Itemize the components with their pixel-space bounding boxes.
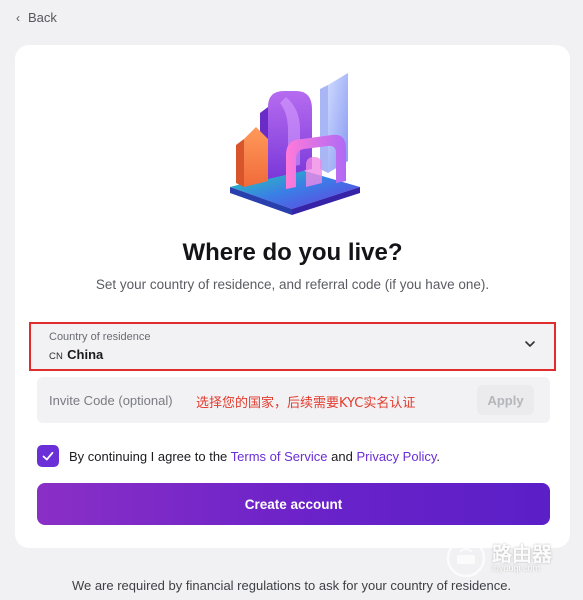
back-label: Back (28, 10, 57, 25)
agree-checkbox[interactable] (37, 445, 59, 467)
agreement-suffix: . (436, 448, 441, 464)
agreement-text: By continuing I agree to the Terms of Se… (69, 449, 440, 464)
signup-card: Where do you live? Set your country of r… (15, 45, 570, 548)
agreement-and: and (331, 448, 353, 464)
back-link[interactable]: ‹ Back (16, 10, 57, 25)
page-title: Where do you live? (182, 239, 403, 266)
country-select[interactable]: Country of residence CN China (29, 322, 556, 371)
page-subtitle: Set your country of residence, and refer… (95, 277, 490, 292)
country-selected-value: CN China (49, 347, 103, 362)
terms-of-service-link[interactable]: Terms of Service (231, 449, 328, 464)
chevron-down-icon (525, 341, 535, 347)
country-select-label: Country of residence (49, 331, 151, 343)
country-code: CN (49, 351, 64, 362)
agreement-row: By continuing I agree to the Terms of Se… (37, 445, 440, 467)
router-logo-icon (446, 538, 486, 578)
check-icon (42, 451, 54, 461)
agreement-prefix: By continuing I agree to the (69, 448, 228, 464)
create-account-button[interactable]: Create account (37, 483, 550, 525)
watermark-text: 路由器 (492, 541, 552, 566)
watermark-url: luyouqi.com (492, 562, 541, 573)
city-illustration (230, 73, 360, 215)
watermark: 路由器 luyouqi.com (446, 538, 552, 578)
chevron-left-icon: ‹ (16, 10, 20, 25)
privacy-policy-link[interactable]: Privacy Policy (356, 449, 436, 464)
footer-note: We are required by financial regulations… (71, 578, 512, 593)
invite-code-row: 选择您的国家，后续需要KYC实名认证 Apply (37, 377, 550, 423)
invite-code-input[interactable] (37, 377, 457, 423)
apply-button[interactable]: Apply (477, 385, 534, 415)
country-name: China (67, 347, 104, 362)
